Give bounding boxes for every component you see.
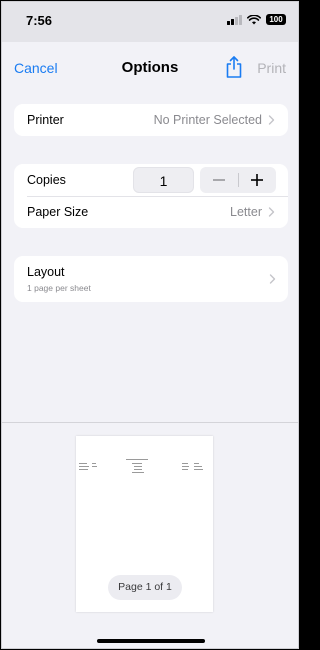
- page-indicator: Page 1 of 1: [108, 575, 182, 600]
- chevron-right-icon: [268, 207, 275, 217]
- plus-icon: [251, 174, 264, 186]
- cellular-signal-icon: [227, 14, 242, 25]
- status-icons: 100: [227, 14, 286, 25]
- copies-field[interactable]: 1: [133, 167, 194, 193]
- copies-paper-group: Copies 1 Paper Size Letter: [14, 164, 288, 228]
- print-preview-area: Page 1 of 1: [2, 422, 298, 648]
- phone-screen: 7:56 100 Cancel Options Print Printer No…: [1, 1, 299, 649]
- minus-icon: [212, 179, 225, 181]
- wifi-icon: [247, 14, 261, 24]
- layout-group: Layout 1 page per sheet: [14, 256, 288, 302]
- layout-row[interactable]: Layout 1 page per sheet: [14, 256, 288, 302]
- chevron-right-icon: [268, 115, 275, 125]
- chevron-right-icon: [269, 274, 276, 284]
- layout-value: 1 page per sheet: [27, 283, 91, 293]
- share-icon[interactable]: [224, 55, 244, 79]
- battery-icon: 100: [266, 14, 286, 25]
- status-bar: 7:56 100: [2, 2, 298, 42]
- printer-group: Printer No Printer Selected: [14, 104, 288, 136]
- copies-row: Copies 1: [14, 164, 288, 196]
- copies-stepper: [200, 167, 276, 193]
- home-indicator[interactable]: [97, 639, 205, 643]
- printer-label: Printer: [27, 113, 64, 127]
- print-button[interactable]: Print: [257, 60, 286, 76]
- sheet-title: Options: [121, 59, 179, 76]
- nav-bar: Cancel Options Print: [2, 42, 298, 92]
- layout-label: Layout: [27, 265, 65, 279]
- paper-size-row[interactable]: Paper Size Letter: [14, 196, 288, 228]
- decrement-button[interactable]: [200, 167, 238, 193]
- print-options-sheet: Cancel Options Print Printer No Printer …: [2, 42, 298, 648]
- printer-row[interactable]: Printer No Printer Selected: [14, 104, 288, 136]
- paper-size-value: Letter: [230, 205, 262, 219]
- status-time: 7:56: [26, 13, 53, 28]
- paper-size-label: Paper Size: [27, 205, 89, 219]
- printer-value: No Printer Selected: [153, 113, 262, 127]
- increment-button[interactable]: [238, 167, 276, 193]
